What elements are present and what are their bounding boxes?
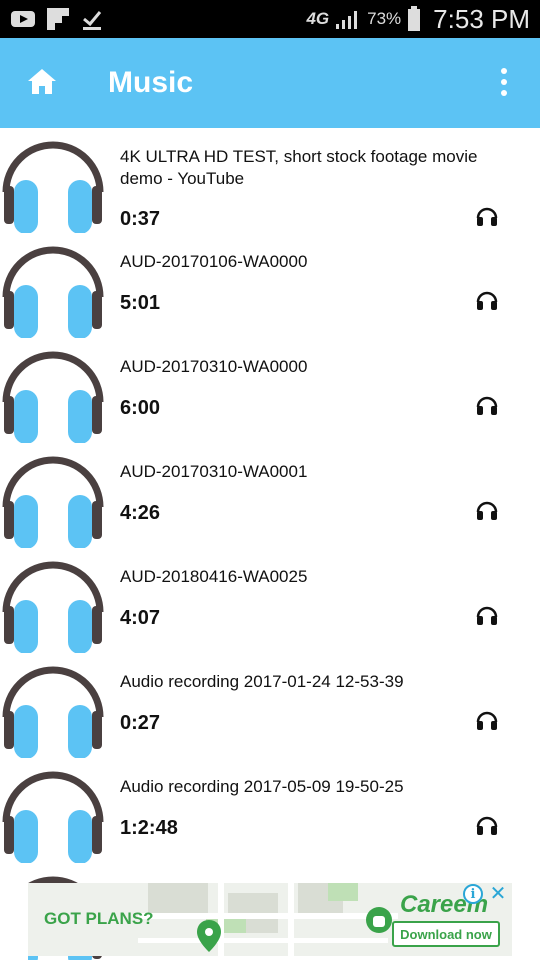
home-icon bbox=[28, 69, 56, 94]
headphones-icon[interactable] bbox=[475, 498, 499, 522]
ad-headline: GOT PLANS? bbox=[44, 909, 154, 928]
track-row[interactable]: AUD-20170310-WA0001 4:26 bbox=[0, 443, 540, 549]
map-pin-icon bbox=[197, 920, 221, 952]
signal-icon bbox=[336, 11, 358, 29]
home-button[interactable] bbox=[22, 61, 62, 101]
status-bar: 4G 73% 7:53 PM bbox=[0, 0, 540, 38]
headphones-icon[interactable] bbox=[475, 813, 499, 837]
track-row[interactable]: Audio recording 2017-01-24 12-53-39 0:27 bbox=[0, 653, 540, 759]
track-title: AUD-20180416-WA0025 bbox=[120, 567, 308, 586]
network-type: 4G bbox=[306, 9, 330, 28]
page-title: Music bbox=[108, 66, 194, 99]
track-duration: 0:27 bbox=[120, 712, 161, 734]
overflow-menu-button[interactable] bbox=[490, 64, 518, 100]
headphones-icon[interactable] bbox=[475, 204, 499, 228]
track-row[interactable]: Audio recording 2017-05-09 19-50-25 1:2:… bbox=[0, 758, 540, 864]
careem-logo-icon bbox=[366, 907, 392, 933]
track-duration: 5:01 bbox=[120, 292, 161, 314]
headphones-art-icon bbox=[2, 666, 104, 759]
ad-close-button[interactable]: ✕ bbox=[487, 882, 509, 905]
track-title: 4K ULTRA HD TEST, short stock footage mo… bbox=[120, 147, 478, 188]
headphones-icon[interactable] bbox=[475, 603, 499, 627]
headphones-art-icon bbox=[2, 456, 104, 549]
track-title: AUD-20170310-WA0000 bbox=[120, 357, 308, 376]
ad-info-button[interactable]: i bbox=[463, 884, 483, 904]
more-vert-icon bbox=[501, 68, 507, 74]
headphones-icon[interactable] bbox=[475, 708, 499, 732]
battery-percent: 73% bbox=[367, 9, 402, 28]
track-duration: 0:37 bbox=[120, 208, 161, 230]
track-title: AUD-20170106-WA0000 bbox=[120, 252, 308, 271]
track-duration: 4:07 bbox=[120, 607, 161, 629]
youtube-icon bbox=[11, 11, 35, 27]
track-row[interactable]: AUD-20180416-WA0025 4:07 bbox=[0, 548, 540, 654]
track-row[interactable]: AUD-20170106-WA0000 5:01 bbox=[0, 233, 540, 339]
headphones-art-icon bbox=[2, 141, 104, 234]
track-row[interactable]: AUD-20170310-WA0000 6:00 bbox=[0, 338, 540, 444]
track-title: Audio recording 2017-05-09 19-50-25 bbox=[120, 777, 404, 796]
track-row[interactable]: 4K ULTRA HD TEST, short stock footage mo… bbox=[0, 128, 540, 234]
notification-icons bbox=[10, 6, 104, 32]
track-title: AUD-20170310-WA0001 bbox=[120, 462, 308, 481]
track-list[interactable]: 4K ULTRA HD TEST, short stock footage mo… bbox=[0, 128, 540, 960]
download-done-icon bbox=[83, 11, 102, 30]
track-title: Audio recording 2017-01-24 12-53-39 bbox=[120, 672, 404, 691]
headphones-art-icon bbox=[2, 351, 104, 444]
headphones-art-icon bbox=[2, 561, 104, 654]
headphones-icon[interactable] bbox=[475, 288, 499, 312]
download-now-button[interactable]: Download now bbox=[392, 921, 500, 947]
clock: 7:53 PM bbox=[433, 3, 530, 34]
track-duration: 6:00 bbox=[120, 397, 161, 419]
app-bar: Music bbox=[0, 38, 540, 128]
headphones-icon[interactable] bbox=[475, 393, 499, 417]
track-duration: 1:2:48 bbox=[120, 817, 178, 839]
track-duration: 4:26 bbox=[120, 502, 161, 524]
flipboard-icon bbox=[47, 8, 69, 30]
ad-banner[interactable]: GOT PLANS? Careem Download now bbox=[28, 883, 512, 956]
headphones-art-icon bbox=[2, 246, 104, 339]
battery-icon bbox=[408, 6, 421, 31]
headphones-art-icon bbox=[2, 771, 104, 864]
ad-left-margin bbox=[0, 883, 28, 960]
